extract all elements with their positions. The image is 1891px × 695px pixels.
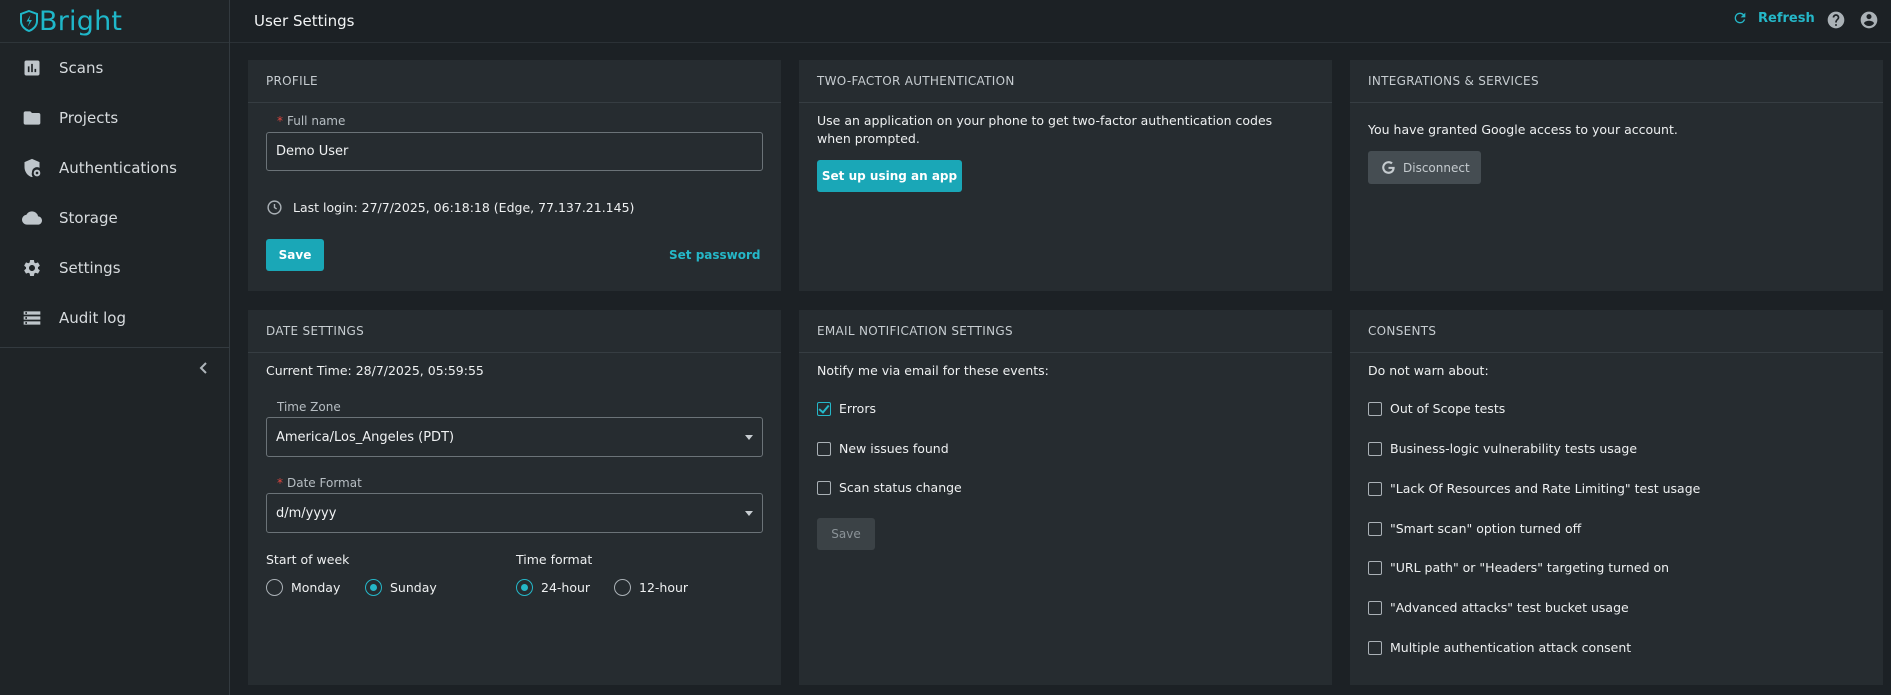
checkbox-errors[interactable]	[817, 402, 831, 416]
consent-label: Multiple authentication attack consent	[1390, 640, 1632, 655]
sidebar-item-storage[interactable]: Storage	[0, 193, 229, 243]
account-circle-icon[interactable]	[1859, 10, 1879, 30]
date-format-label-text: Date Format	[287, 476, 362, 490]
consent-label: Out of Scope tests	[1390, 401, 1506, 416]
required-marker: *	[277, 114, 283, 128]
current-time-text: Current Time: 28/7/2025, 05:59:55	[266, 363, 484, 378]
sidebar-item-label: Settings	[59, 259, 121, 277]
full-name-value: Demo User	[276, 144, 349, 159]
email-card-title: EMAIL NOTIFICATION SETTINGS	[799, 310, 1332, 353]
sidebar-item-audit-log[interactable]: Audit log	[0, 293, 229, 343]
date-format-label: * Date Format	[277, 476, 362, 490]
radio-monday-label: Monday	[291, 580, 341, 595]
radio-24-hour[interactable]	[516, 579, 533, 596]
storage-list-icon	[22, 308, 42, 328]
checkbox-new-issues[interactable]	[817, 442, 831, 456]
date-format-value: d/m/yyyy	[276, 505, 337, 521]
sidebar: Bright Scans Projects Authentications St…	[0, 0, 230, 695]
checkbox-scan-status[interactable]	[817, 481, 831, 495]
profile-save-button[interactable]: Save	[266, 239, 324, 271]
email-save-button[interactable]: Save	[817, 518, 875, 550]
sidebar-item-label: Projects	[59, 109, 119, 127]
help-circle-icon[interactable]	[1826, 10, 1846, 30]
sidebar-item-projects[interactable]: Projects	[0, 93, 229, 143]
google-disconnect-button[interactable]: Disconnect	[1368, 151, 1481, 184]
checkbox-errors-label: Errors	[839, 401, 876, 416]
consents-card-title: CONSENTS	[1350, 310, 1883, 353]
consent-label: Business-logic vulnerability tests usage	[1390, 441, 1638, 456]
full-name-label-text: Full name	[287, 114, 346, 128]
page-title: User Settings	[254, 12, 355, 30]
clock-icon	[267, 200, 282, 215]
sidebar-item-label: Audit log	[59, 309, 126, 327]
folder-icon	[22, 108, 42, 128]
google-icon	[1382, 161, 1396, 174]
shield-lock-icon	[22, 158, 42, 178]
dropdown-arrow-icon	[745, 435, 753, 440]
sidebar-item-scans[interactable]: Scans	[0, 43, 229, 93]
consents-intro-text: Do not warn about:	[1368, 363, 1489, 378]
dropdown-arrow-icon	[745, 511, 753, 516]
checkbox-out-of-scope[interactable]	[1368, 402, 1382, 416]
collapse-sidebar-button[interactable]	[196, 358, 212, 378]
bar-chart-icon	[22, 58, 42, 78]
gear-icon	[22, 258, 42, 278]
sidebar-item-settings[interactable]: Settings	[0, 243, 229, 293]
top-header: User Settings Refresh	[230, 0, 1891, 43]
sidebar-item-label: Scans	[59, 59, 104, 77]
email-intro-text: Notify me via email for these events:	[817, 363, 1049, 378]
checkbox-multiple-auth[interactable]	[1368, 641, 1382, 655]
checkbox-business-logic[interactable]	[1368, 442, 1382, 456]
brand-name: Bright	[39, 5, 123, 37]
sidebar-item-authentications[interactable]: Authentications	[0, 143, 229, 193]
checkbox-url-path-headers[interactable]	[1368, 561, 1382, 575]
time-zone-select[interactable]: America/Los_Angeles (PDT)	[266, 417, 763, 457]
consent-label: "Smart scan" option turned off	[1390, 521, 1582, 536]
two-factor-description: Use an application on your phone to get …	[817, 113, 1273, 146]
sidebar-item-label: Storage	[59, 209, 118, 227]
time-format-label: Time format	[516, 552, 593, 567]
full-name-label: * Full name	[277, 114, 345, 128]
logo[interactable]: Bright	[0, 0, 229, 43]
setup-2fa-button[interactable]: Set up using an app	[817, 160, 962, 192]
refresh-label: Refresh	[1758, 10, 1815, 26]
radio-12-hour-label: 12-hour	[639, 580, 689, 595]
sidebar-item-label: Authentications	[59, 159, 177, 177]
last-login-text: Last login: 27/7/2025, 06:18:18 (Edge, 7…	[293, 200, 635, 215]
chevron-left-icon	[199, 362, 207, 374]
required-marker: *	[277, 476, 283, 490]
checkbox-smart-scan[interactable]	[1368, 522, 1382, 536]
time-zone-label: Time Zone	[277, 400, 341, 414]
bright-shield-icon	[20, 10, 38, 32]
full-name-field[interactable]: Demo User	[266, 132, 763, 171]
radio-12-hour[interactable]	[614, 579, 631, 596]
sidebar-nav: Scans Projects Authentications Storage S…	[0, 43, 229, 343]
checkbox-advanced-attacks[interactable]	[1368, 601, 1382, 615]
refresh-icon	[1734, 12, 1746, 24]
checkbox-lack-of-resources[interactable]	[1368, 482, 1382, 496]
time-zone-value: America/Los_Angeles (PDT)	[276, 429, 455, 445]
disconnect-label: Disconnect	[1403, 160, 1470, 175]
set-password-link[interactable]: Set password	[669, 248, 761, 262]
refresh-button[interactable]: Refresh	[1732, 10, 1815, 26]
integrations-description: You have granted Google access to your a…	[1368, 122, 1678, 137]
radio-monday[interactable]	[266, 579, 283, 596]
two-factor-card-title: TWO-FACTOR AUTHENTICATION	[799, 60, 1332, 103]
start-of-week-label: Start of week	[266, 552, 350, 567]
integrations-card-title: INTEGRATIONS & SERVICES	[1350, 60, 1883, 103]
consent-label: "URL path" or "Headers" targeting turned…	[1390, 560, 1670, 575]
consent-label: "Lack Of Resources and Rate Limiting" te…	[1390, 481, 1701, 496]
radio-24-hour-label: 24-hour	[541, 580, 591, 595]
radio-sunday[interactable]	[365, 579, 382, 596]
consent-label: "Advanced attacks" test bucket usage	[1390, 600, 1629, 615]
checkbox-scan-status-label: Scan status change	[839, 480, 962, 495]
date-settings-card-title: DATE SETTINGS	[248, 310, 781, 353]
sidebar-divider	[0, 347, 229, 348]
profile-card-title: PROFILE	[248, 60, 781, 103]
date-format-select[interactable]: d/m/yyyy	[266, 493, 763, 533]
cloud-icon	[22, 208, 42, 228]
checkbox-new-issues-label: New issues found	[839, 441, 949, 456]
radio-sunday-label: Sunday	[390, 580, 437, 595]
